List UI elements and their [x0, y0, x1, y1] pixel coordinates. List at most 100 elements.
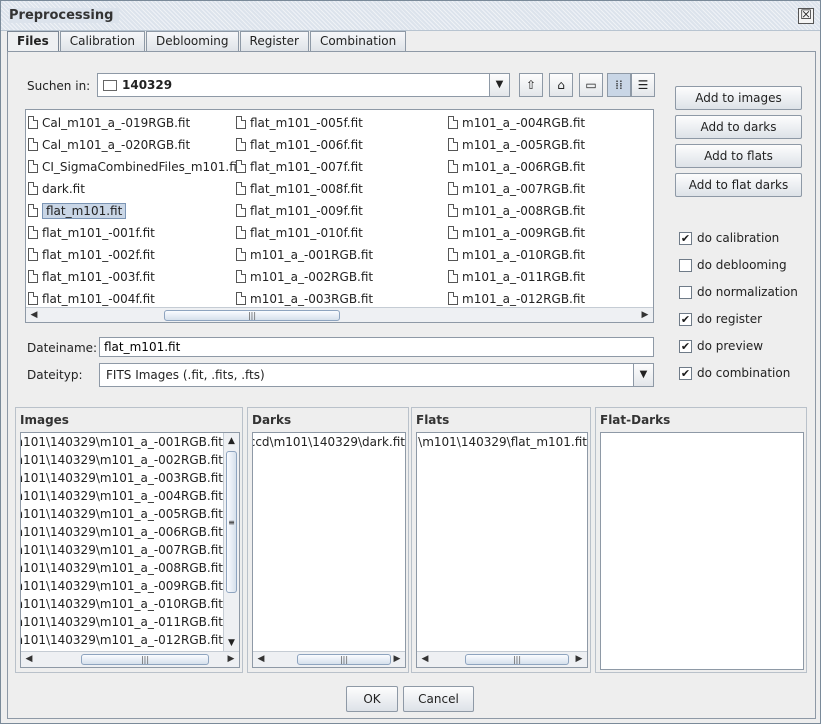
list-item[interactable]: l\m101\140329\m101_a_-008RGB.fit: [21, 559, 223, 577]
list-item[interactable]: flat_m101_-009f.fit: [236, 200, 373, 222]
list-item[interactable]: l\m101\140329\m101_a_-007RGB.fit: [21, 541, 223, 559]
flat-darks-title: Flat-Darks: [600, 413, 671, 427]
home-button[interactable]: ⌂: [549, 73, 573, 97]
add-to-darks-button[interactable]: Add to darks: [675, 115, 802, 139]
file-list[interactable]: Cal_m101_a_-019RGB.fit Cal_m101_a_-020RG…: [25, 109, 654, 323]
flats-hscrollbar[interactable]: ◀ ||| ▶: [417, 651, 587, 667]
tab-combination[interactable]: Combination: [309, 31, 407, 51]
scroll-left-icon[interactable]: ◀: [26, 308, 42, 322]
images-hscrollbar[interactable]: ◀ ||| ▶: [21, 651, 239, 667]
checkbox-unchecked-icon[interactable]: [679, 286, 692, 299]
tab-files[interactable]: Files: [7, 31, 59, 52]
cancel-button[interactable]: Cancel: [403, 686, 474, 712]
list-item[interactable]: flat_m101_-005f.fit: [236, 112, 373, 134]
list-item[interactable]: flat_m101_-001f.fit: [28, 222, 242, 244]
chevron-down-icon[interactable]: ▼: [489, 74, 509, 96]
list-item[interactable]: l\m101\140329\m101_a_-009RGB.fit: [21, 577, 223, 595]
scroll-right-icon[interactable]: ▶: [223, 652, 239, 667]
list-item[interactable]: m101_a_-007RGB.fit: [448, 178, 585, 200]
list-item[interactable]: flat_m101_-007f.fit: [236, 156, 373, 178]
scroll-thumb[interactable]: ≡: [226, 451, 237, 593]
title-bar[interactable]: Preprocessing ☒: [1, 1, 820, 31]
filename-field[interactable]: [99, 337, 654, 357]
file-icon: [28, 270, 38, 283]
list-item[interactable]: flat_m101_-002f.fit: [28, 244, 242, 266]
details-view-button[interactable]: ☰: [631, 73, 655, 97]
add-to-flat-darks-button[interactable]: Add to flat darks: [675, 173, 802, 197]
filetype-combo[interactable]: FITS Images (.fit, .fits, .fts) ▼: [99, 363, 654, 387]
scroll-left-icon[interactable]: ◀: [21, 652, 37, 667]
list-item[interactable]: m101_a_-006RGB.fit: [448, 156, 585, 178]
list-item[interactable]: l\m101\140329\m101_a_-004RGB.fit: [21, 487, 223, 505]
up-folder-button[interactable]: ⇧: [519, 73, 543, 97]
images-vscrollbar[interactable]: ▲ ≡ ▼: [223, 433, 239, 651]
list-item[interactable]: m101_a_-005RGB.fit: [448, 134, 585, 156]
list-item[interactable]: m101_a_-011RGB.fit: [448, 266, 585, 288]
list-item[interactable]: flat_m101_-006f.fit: [236, 134, 373, 156]
list-item[interactable]: cd\m101\140329\flat_m101.fit: [417, 433, 587, 451]
file-icon: [448, 116, 458, 129]
darks-title: Darks: [252, 413, 292, 427]
list-item[interactable]: Cal_m101_a_-020RGB.fit: [28, 134, 242, 156]
list-item[interactable]: \ccd\m101\140329\dark.fit: [253, 433, 405, 451]
list-item[interactable]: flat_m101_-003f.fit: [28, 266, 242, 288]
list-item[interactable]: l\m101\140329\m101_a_-006RGB.fit: [21, 523, 223, 541]
add-to-flats-button[interactable]: Add to flats: [675, 144, 802, 168]
list-item[interactable]: l\m101\140329\m101_a_-005RGB.fit: [21, 505, 223, 523]
list-item[interactable]: Cal_m101_a_-019RGB.fit: [28, 112, 242, 134]
tab-calibration[interactable]: Calibration: [59, 31, 146, 51]
list-item-selected[interactable]: flat_m101.fit: [28, 200, 242, 222]
darks-list[interactable]: \ccd\m101\140329\dark.fit ◀ ||| ▶: [252, 432, 406, 668]
list-item[interactable]: flat_m101_-008f.fit: [236, 178, 373, 200]
add-to-images-button[interactable]: Add to images: [675, 86, 802, 110]
list-item[interactable]: l\m101\140329\m101_a_-010RGB.fit: [21, 595, 223, 613]
scroll-right-icon[interactable]: ▶: [637, 308, 653, 322]
file-icon: [236, 204, 246, 217]
scroll-left-icon[interactable]: ◀: [253, 652, 269, 667]
list-item[interactable]: m101_a_-008RGB.fit: [448, 200, 585, 222]
scroll-thumb[interactable]: |||: [465, 654, 569, 665]
flat-darks-list[interactable]: [600, 432, 804, 670]
list-item[interactable]: m101_a_-004RGB.fit: [448, 112, 585, 134]
new-folder-icon: ▭: [585, 78, 597, 92]
scroll-left-icon[interactable]: ◀: [417, 652, 433, 667]
look-in-combo[interactable]: 140329 ▼: [97, 73, 510, 97]
scroll-thumb[interactable]: |||: [164, 310, 340, 321]
list-item[interactable]: l\m101\140329\m101_a_-011RGB.fit: [21, 613, 223, 631]
ok-button[interactable]: OK: [346, 686, 398, 712]
close-button[interactable]: ☒: [798, 8, 814, 24]
list-item[interactable]: m101_a_-002RGB.fit: [236, 266, 373, 288]
list-item[interactable]: m101_a_-001RGB.fit: [236, 244, 373, 266]
list-item[interactable]: m101_a_-009RGB.fit: [448, 222, 585, 244]
scroll-right-icon[interactable]: ▶: [389, 652, 405, 667]
chevron-down-icon[interactable]: ▼: [633, 364, 653, 386]
filename-input[interactable]: [100, 338, 653, 356]
checkbox-checked-icon[interactable]: ✔: [679, 367, 692, 380]
list-item[interactable]: CI_SigmaCombinedFiles_m101.fit: [28, 156, 242, 178]
scroll-thumb[interactable]: |||: [297, 654, 391, 665]
list-item[interactable]: m101_a_-010RGB.fit: [448, 244, 585, 266]
checkbox-checked-icon[interactable]: ✔: [679, 340, 692, 353]
darks-hscrollbar[interactable]: ◀ ||| ▶: [253, 651, 405, 667]
scroll-down-icon[interactable]: ▼: [224, 635, 239, 651]
scroll-thumb[interactable]: |||: [81, 654, 209, 665]
scroll-right-icon[interactable]: ▶: [571, 652, 587, 667]
file-icon: [236, 138, 246, 151]
list-view-button[interactable]: ⁞⁞: [607, 73, 631, 97]
tab-register[interactable]: Register: [239, 31, 309, 51]
scroll-up-icon[interactable]: ▲: [224, 433, 239, 449]
new-folder-button[interactable]: ▭: [579, 73, 603, 97]
list-item[interactable]: l\m101\140329\m101_a_-012RGB.fit: [21, 631, 223, 649]
list-item[interactable]: l\m101\140329\m101_a_-003RGB.fit: [21, 469, 223, 487]
flats-list[interactable]: cd\m101\140329\flat_m101.fit ◀ ||| ▶: [416, 432, 588, 668]
list-item[interactable]: l\m101\140329\m101_a_-001RGB.fit: [21, 433, 223, 451]
list-item[interactable]: flat_m101_-010f.fit: [236, 222, 373, 244]
checkbox-unchecked-icon[interactable]: [679, 259, 692, 272]
tab-deblooming[interactable]: Deblooming: [146, 31, 239, 51]
list-item[interactable]: dark.fit: [28, 178, 242, 200]
images-list[interactable]: l\m101\140329\m101_a_-001RGB.fit l\m101\…: [20, 432, 240, 668]
checkbox-checked-icon[interactable]: ✔: [679, 313, 692, 326]
list-item[interactable]: l\m101\140329\m101_a_-002RGB.fit: [21, 451, 223, 469]
checkbox-checked-icon[interactable]: ✔: [679, 232, 692, 245]
file-list-scrollbar[interactable]: ◀ ||| ▶: [26, 307, 653, 322]
